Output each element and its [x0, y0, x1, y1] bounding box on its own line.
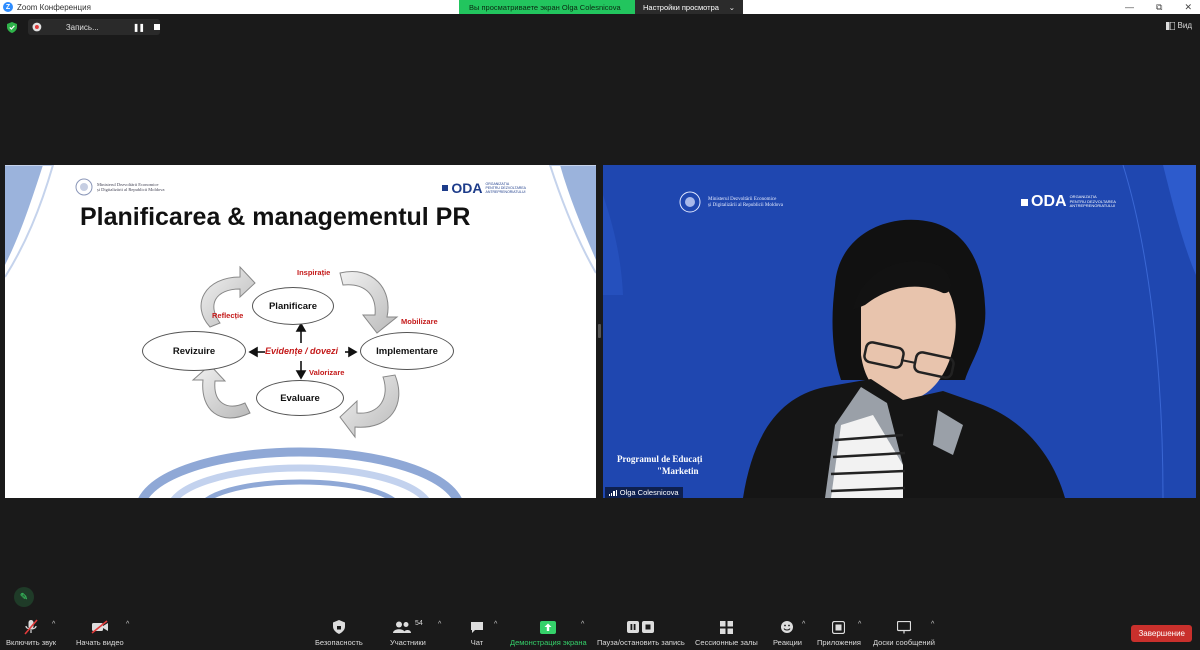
- camera-ministry-label: Ministerul Dezvoltării Economice și Digi…: [708, 197, 783, 209]
- arrow-bottom-right: [339, 374, 400, 439]
- whiteboards-caret-icon[interactable]: ^: [931, 621, 934, 628]
- participant-name-bar: Olga Colesnicova: [605, 487, 683, 498]
- share-screen-label: Демонстрация экрана: [510, 638, 587, 647]
- shared-screen-tile[interactable]: Ministerul Dezvoltării Economice și Digi…: [5, 165, 596, 498]
- signal-icon: [609, 489, 617, 496]
- pause-icon[interactable]: ❚❚: [133, 23, 145, 32]
- label-valorizare: Valorizare: [309, 368, 345, 377]
- reactions-caret-icon[interactable]: ^: [802, 621, 805, 628]
- sharing-indicator: Вы просматриваете экран Olga Colesnicova: [459, 0, 635, 14]
- ministry-emblem-icon: [679, 191, 701, 213]
- pencil-icon[interactable]: ✎: [14, 587, 34, 607]
- minimize-icon[interactable]: —: [1125, 2, 1134, 12]
- reactions-icon: [781, 621, 794, 633]
- unmute-button[interactable]: Включить звук: [6, 618, 56, 647]
- participants-count: 54: [415, 619, 423, 627]
- label-mobilizare: Mobilizare: [401, 317, 438, 326]
- view-options-button[interactable]: Настройки просмотра ⌄: [635, 0, 743, 14]
- view-label: Вид: [1177, 21, 1192, 30]
- view-button[interactable]: Вид: [1165, 21, 1192, 30]
- breakout-grid-icon: [719, 620, 733, 634]
- chat-caret-icon[interactable]: ^: [494, 621, 497, 628]
- view-options-label: Настройки просмотра: [643, 2, 719, 12]
- unmute-label: Включить звук: [6, 638, 57, 647]
- label-inspiratie: Inspirație: [297, 268, 331, 277]
- participants-icon: [393, 621, 412, 633]
- camera-oda-subtitle: ORGANIZAȚIA PENTRU DEZVOLTAREA ANTREPREN…: [1070, 195, 1116, 209]
- window-controls: — ⧉ ✕: [1125, 0, 1192, 14]
- view-icon: [1165, 21, 1175, 30]
- program-line2: "Marketin: [657, 466, 699, 476]
- node-revizuire: Revizuire: [142, 331, 246, 371]
- pause-stop-icon: [626, 620, 654, 633]
- participants-label: Участники: [390, 638, 426, 647]
- oda-mark-icon: [1021, 198, 1028, 206]
- node-evaluare: Evaluare: [256, 380, 344, 416]
- label-reflectie: Reflecție: [212, 311, 244, 320]
- cloud-record-icon: [32, 22, 42, 32]
- arrow-top-right: [339, 271, 399, 334]
- whiteboards-label: Доски сообщений: [873, 638, 935, 647]
- window-title: Zoom Конференция: [17, 2, 91, 12]
- chat-icon: [471, 621, 483, 633]
- video-off-icon: [91, 620, 108, 634]
- chat-label: Чат: [470, 638, 484, 647]
- breakout-rooms-label: Сессионные залы: [695, 638, 758, 647]
- share-caret-icon[interactable]: ^: [581, 621, 584, 628]
- participant-name: Olga Colesnicova: [619, 488, 679, 497]
- security-shield-icon: [332, 620, 345, 634]
- mic-muted-icon: [24, 619, 38, 635]
- recording-label: Запись...: [65, 22, 99, 32]
- close-icon[interactable]: ✕: [1184, 2, 1192, 13]
- recording-bar: Запись... ❚❚: [28, 19, 160, 35]
- meeting-toolbar: Включить звук ^ Начать видео ^ Безопасно…: [0, 615, 1200, 650]
- share-screen-button[interactable]: Демонстрация экрана: [510, 618, 587, 647]
- reactions-button[interactable]: Реакции: [773, 618, 802, 647]
- whiteboards-button[interactable]: Доски сообщений: [873, 618, 935, 647]
- camera-oda-text: ODA: [1031, 193, 1067, 210]
- reactions-label: Реакции: [773, 638, 802, 647]
- arrow-bottom-left: [191, 364, 251, 419]
- share-up-arrow-icon: [540, 620, 557, 634]
- apps-button[interactable]: Приложения: [817, 618, 861, 647]
- zoom-window: Z Zoom Конференция — ⧉ ✕ Вы просматривае…: [0, 0, 1200, 650]
- apps-icon: [832, 620, 846, 634]
- video-options-caret-icon[interactable]: ^: [126, 621, 129, 628]
- node-planificare: Planificare: [252, 287, 334, 325]
- audio-options-caret-icon[interactable]: ^: [52, 621, 55, 628]
- camera-oda-sub-line3: ANTREPRENORIATULUI: [1069, 203, 1116, 209]
- pause-recording-label: Пауза/остановить запись: [597, 638, 685, 647]
- program-line1: Programul de Educați: [617, 454, 703, 464]
- apps-label: Приложения: [817, 638, 861, 647]
- zoom-icon: Z: [3, 2, 13, 12]
- apps-caret-icon[interactable]: ^: [858, 621, 861, 628]
- start-video-label: Начать видео: [76, 638, 124, 647]
- start-video-button[interactable]: Начать видео: [76, 618, 124, 647]
- security-label: Безопасность: [315, 638, 363, 647]
- participant-video-tile[interactable]: Ministerul Dezvoltării Economice și Digi…: [603, 165, 1196, 498]
- end-meeting-button[interactable]: Завершение: [1131, 625, 1192, 642]
- camera-background: [603, 165, 1196, 498]
- camera-oda-logo: ODA ORGANIZAȚIA PENTRU DEZVOLTAREA ANTRE…: [1021, 193, 1116, 211]
- shield-icon[interactable]: [7, 22, 17, 33]
- restore-icon[interactable]: ⧉: [1156, 2, 1162, 13]
- pause-recording-button[interactable]: Пауза/остановить запись: [597, 618, 685, 647]
- security-button[interactable]: Безопасность: [315, 618, 363, 647]
- chevron-down-icon: ⌄: [728, 2, 735, 12]
- chat-button[interactable]: Чат: [470, 618, 484, 647]
- split-view-handle[interactable]: [598, 324, 601, 338]
- label-center-evidence: Evidențe / dovezi: [265, 346, 339, 356]
- camera-ministry-line2: și Digitalizării al Republicii Moldova: [708, 203, 783, 208]
- stop-icon[interactable]: [154, 24, 160, 30]
- participants-caret-icon[interactable]: ^: [438, 621, 441, 628]
- share-banner: Вы просматриваете экран Olga Colesnicova…: [459, 0, 743, 14]
- whiteboard-icon: [896, 620, 911, 633]
- node-implementare: Implementare: [360, 332, 454, 370]
- cycle-diagram: [191, 265, 400, 439]
- participants-button[interactable]: 54 Участники: [390, 618, 426, 648]
- camera-program-text: Programul de Educați "Marketin: [617, 453, 702, 477]
- breakout-rooms-button[interactable]: Сессионные залы: [695, 618, 758, 647]
